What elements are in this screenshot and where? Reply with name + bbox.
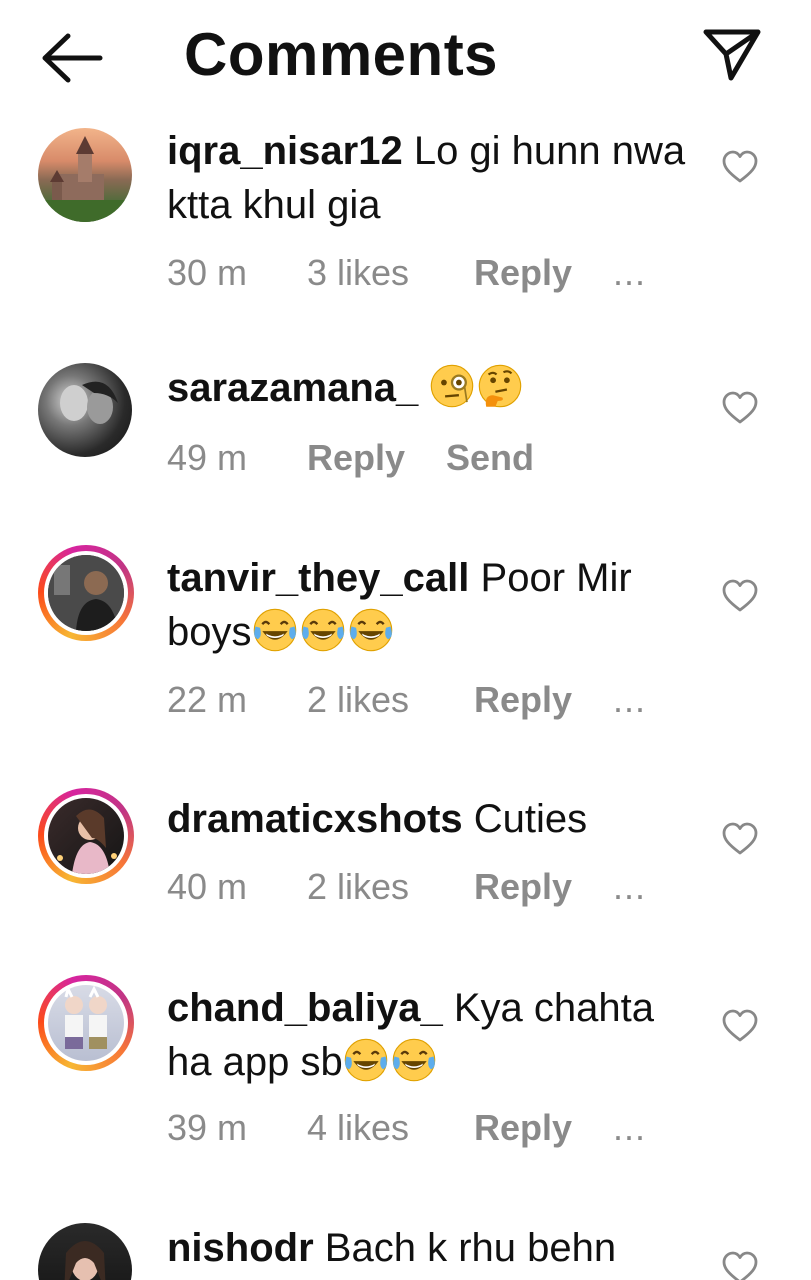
comment-text: iqra_nisar12 Lo gi hunn nwa ktta khul gi… [167,124,707,232]
heart-icon[interactable] [722,822,758,856]
avatar-story-ring[interactable] [38,975,134,1071]
comment-text: chand_baliya_ Kya chahta ha app sb [167,981,707,1089]
header: Comments [0,0,811,110]
comment-text: dramaticxshots Cuties [167,792,707,846]
comment-item: iqra_nisar12 Lo gi hunn nwa ktta khul gi… [0,128,811,308]
comment-item: dramaticxshots Cuties 40 m 2 likes Reply… [0,788,811,918]
couple-picture [60,381,118,424]
two-people-picture [64,985,107,1049]
face-with-tears-of-joy-icon [391,1037,437,1083]
castle-picture [38,136,132,222]
avatar-image [48,798,124,874]
comment-item: tanvir_they_call Poor Mir boys 22 m 2 li… [0,545,811,725]
comment-item: sarazamana_ 49 m Reply Send [0,363,811,493]
comment-item: chand_baliya_ Kya chahta ha app sb 39 m … [0,975,811,1155]
avatar-story-ring[interactable] [38,545,134,641]
comment-likes[interactable]: 2 likes [307,679,409,721]
heart-icon[interactable] [722,579,758,613]
avatar-image [38,1223,132,1280]
comment-body: Bach k rhu behn [324,1226,617,1270]
person-picture [57,809,117,874]
arrow-left-icon[interactable] [38,30,104,86]
avatar[interactable] [38,363,134,459]
avatar[interactable] [38,128,134,224]
comment-time: 40 m [167,866,248,907]
heart-icon[interactable] [722,1009,758,1043]
avatar-image [38,363,132,457]
reply-button[interactable]: Reply [474,252,572,294]
more-options-button[interactable]: ... [613,1107,646,1149]
thinking-face-icon [477,363,523,409]
avatar-image [48,555,124,631]
comment-time: 49 m [167,437,248,478]
comment-username[interactable]: dramaticxshots [167,797,463,841]
person-picture [64,1241,106,1280]
face-with-tears-of-joy-icon [343,1037,389,1083]
avatar-image [48,985,124,1061]
comment-username[interactable]: sarazamana_ [167,366,418,410]
face-with-tears-of-joy-icon [348,607,394,653]
avatar-image [38,128,132,222]
more-options-button[interactable]: ... [613,679,646,721]
heart-icon[interactable] [722,1251,758,1280]
comment-text: tanvir_they_call Poor Mir boys [167,551,707,659]
comment-time: 39 m [167,1107,248,1148]
heart-icon[interactable] [722,391,758,425]
avatar[interactable] [38,1223,134,1280]
avatar-ring-gap [44,794,128,878]
comment-time: 30 m [167,252,248,293]
reply-button[interactable]: Reply [474,679,572,721]
send-button[interactable]: Send [446,437,534,479]
comment-username[interactable]: chand_baliya_ [167,986,443,1030]
comment-username[interactable]: tanvir_they_call [167,556,469,600]
face-with-tears-of-joy-icon [300,607,346,653]
comment-username[interactable]: iqra_nisar12 [167,129,403,173]
page-title: Comments [184,21,499,88]
comment-text: sarazamana_ [167,361,707,415]
comment-likes[interactable]: 4 likes [307,1107,409,1149]
comment-item: nishodr Bach k rhu behn [0,1223,811,1280]
person-picture [48,555,124,631]
reply-button[interactable]: Reply [474,1107,572,1149]
more-options-button[interactable]: ... [613,866,646,908]
more-options-button[interactable]: ... [613,252,646,294]
face-with-tears-of-joy-icon [252,607,298,653]
avatar-story-ring[interactable] [38,788,134,884]
comment-body: Cuties [473,797,588,841]
paper-plane-icon[interactable] [700,24,762,86]
avatar-ring-gap [44,551,128,635]
comment-time: 22 m [167,679,248,720]
comment-text: nishodr Bach k rhu behn [167,1223,707,1275]
reply-button[interactable]: Reply [474,866,572,908]
comment-likes[interactable]: 3 likes [307,252,409,294]
reply-button[interactable]: Reply [307,437,405,479]
comment-likes[interactable]: 2 likes [307,866,409,908]
face-with-monocle-icon [429,363,475,409]
heart-icon[interactable] [722,150,758,184]
avatar-ring-gap [44,981,128,1065]
comment-username[interactable]: nishodr [167,1226,314,1270]
